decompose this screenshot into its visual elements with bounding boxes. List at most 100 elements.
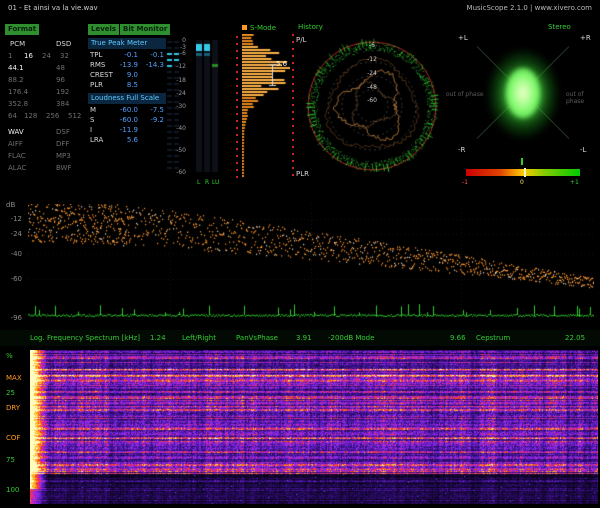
format-panel-title: Format: [5, 24, 39, 35]
row-tpl: TPL -0.1 -0.1: [90, 51, 162, 60]
container-alac: ALAC: [8, 164, 26, 172]
rate-176-4: 176.4: [8, 88, 28, 96]
dsd-64: 64: [8, 112, 17, 121]
bit-monitor-title: Bit Monitor: [120, 24, 170, 35]
rms-right: -14.3: [138, 61, 164, 70]
container-row-alac: ALAC BWF: [8, 164, 26, 173]
mode-button-left-right[interactable]: Left/Right: [182, 334, 216, 342]
spectrogram-cof-control[interactable]: COF: [6, 434, 20, 443]
spectrum-unit: dB: [6, 201, 15, 210]
container-wav: WAV: [8, 128, 24, 136]
freq-marker-9-66: 9.66: [450, 334, 466, 342]
bit-depth-1: 1: [8, 52, 12, 61]
dsd-256: 256: [46, 112, 59, 121]
bit-depth-24: 24: [42, 52, 51, 61]
gonio-corner-plus-l: +L: [458, 34, 468, 43]
ring-label-12: -12: [363, 56, 381, 63]
mode-button-cepstrum[interactable]: Cepstrum: [476, 334, 510, 342]
gonio-corner-minus-r: -R: [458, 146, 465, 155]
shortterm-label: S: [90, 116, 94, 124]
rate-192: 192: [56, 88, 69, 97]
rate-352-8: 352.8: [8, 100, 28, 108]
tpl-right: -0.1: [138, 51, 164, 60]
mode-button-200db[interactable]: -200dB Mode: [328, 334, 374, 342]
stereo-title[interactable]: Stereo: [548, 23, 571, 32]
dsd-512: 512: [68, 112, 81, 121]
row-rms: RMS -13.9 -14.3: [90, 61, 162, 70]
rate-row-352: 352.8 384: [8, 100, 28, 109]
correlation-max: +1: [570, 179, 579, 186]
meter-tick-30: -30: [168, 103, 186, 110]
rate-96: 96: [56, 76, 65, 85]
spectrum-tick-60: -60: [0, 275, 22, 283]
plr-value: 8.5: [112, 81, 138, 90]
levels-panel-title: Levels: [88, 24, 119, 35]
freq-marker-22-05: 22.05: [565, 334, 585, 342]
meter-tick-50: -50: [168, 147, 186, 154]
spectrogram-canvas: [30, 350, 598, 504]
integrated-label: I: [90, 126, 92, 134]
shortterm-v2: -9.2: [138, 116, 164, 125]
freq-marker-1-24: 1.24: [150, 334, 166, 342]
tpl-label: TPL: [90, 51, 102, 59]
smode-color-swatch: [242, 25, 247, 30]
rms-label: RMS: [90, 61, 105, 69]
dsd-128: 128: [24, 112, 37, 121]
goniometer-blob-core: [506, 68, 540, 118]
meter-channel-lu: LU: [212, 179, 219, 186]
row-momentary: M -60.0 -7.5: [90, 106, 162, 115]
app-title: MusicScope 2.1.0 | www.xivero.com: [467, 4, 592, 13]
freq-marker-3-91: 3.91: [296, 334, 312, 342]
smode-red-scale: [236, 36, 238, 178]
shortterm-v1: -60.0: [112, 116, 138, 125]
crest-value: 9.0: [112, 71, 138, 80]
spectrum-tick-40: -40: [0, 250, 22, 258]
mode-button-pan-vs-phase[interactable]: PanVsPhase: [236, 334, 278, 342]
crest-label: CREST: [90, 71, 113, 79]
spectrogram-tick-25: 25: [6, 389, 15, 398]
plr-label: PLR: [90, 81, 103, 89]
spectrum-footer: Log. Frequency Spectrum [kHz] 1.24 Left/…: [0, 330, 600, 346]
spectrogram-dry-control[interactable]: DRY: [6, 404, 20, 413]
meter-tick-60: -60: [168, 169, 186, 176]
meter-channel-r: R: [205, 179, 209, 186]
momentary-v2: -7.5: [138, 106, 164, 115]
container-bwf: BWF: [56, 164, 72, 173]
correlation-indicator: [524, 168, 526, 177]
format-col-pcm: PCM: [10, 40, 25, 49]
true-peak-header: True Peak Meter: [88, 38, 166, 49]
container-aiff: AIFF: [8, 140, 23, 148]
gonio-corner-plus-r: +R: [580, 34, 591, 43]
spectrogram-tick-100: 100: [6, 486, 19, 495]
container-row-aiff: AIFF DFF: [8, 140, 23, 149]
format-col-dsd: DSD: [56, 40, 71, 49]
momentary-label: M: [90, 106, 96, 114]
spectrum-tick-24: -24: [0, 230, 22, 238]
smode-lra-readout: 5.6: [276, 60, 287, 69]
level-meter-canvas: [196, 40, 220, 178]
spectrum-tick-96: -96: [0, 314, 22, 322]
row-plr: PLR 8.5: [90, 81, 162, 90]
spectrogram-max-control[interactable]: MAX: [6, 374, 22, 383]
meter-channel-l: L: [197, 179, 200, 186]
loudness-header: Loudness Full Scale: [88, 93, 166, 104]
rate-48: 48: [56, 64, 65, 73]
rate-row-88: 88.2 96: [8, 76, 24, 85]
spectrum-canvas: [28, 204, 594, 324]
correlation-mid: 0: [520, 179, 524, 186]
gonio-corner-minus-l: -L: [580, 146, 586, 155]
container-dff: DFF: [56, 140, 69, 149]
rms-left: -13.9: [112, 61, 138, 70]
tpl-left: -0.1: [112, 51, 138, 60]
spectrum-footer-title: Log. Frequency Spectrum [kHz]: [30, 334, 140, 342]
history-plr-label: PLR: [296, 170, 309, 179]
container-mp3: MP3: [56, 152, 71, 161]
out-of-phase-left: out of phase: [446, 91, 484, 98]
smode-label[interactable]: S-Mode: [250, 24, 276, 33]
correlation-center-tick: [521, 158, 523, 165]
ring-label-6: -6: [363, 42, 381, 49]
musicscope-window: 01 - Et ainsi va la vie.wav MusicScope 2…: [0, 0, 600, 508]
spectrogram-percent-label: %: [6, 352, 13, 361]
bit-depth-32: 32: [60, 52, 69, 61]
history-title[interactable]: History: [298, 23, 323, 32]
